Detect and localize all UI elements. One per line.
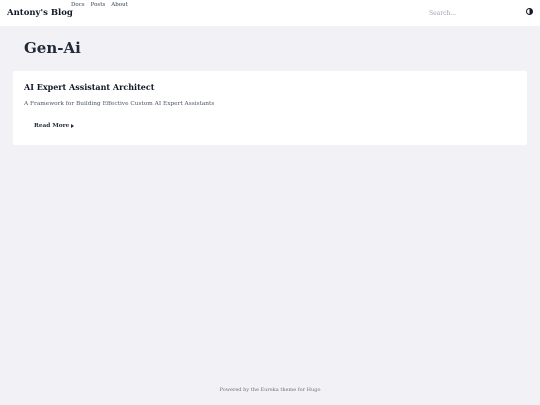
- footer-theme-link[interactable]: Eureka: [261, 387, 279, 393]
- page-title: Gen-Ai: [24, 39, 81, 57]
- read-more-link[interactable]: Read More: [34, 123, 75, 129]
- top-navbar: Antony's Blog Docs Posts About: [0, 0, 540, 26]
- site-footer: Powered by the Eureka theme for Hugo: [0, 387, 540, 393]
- theme-toggle-icon[interactable]: [526, 8, 533, 15]
- footer-middle: theme for: [280, 387, 306, 393]
- post-card: AI Expert Assistant Architect A Framewor…: [13, 71, 527, 145]
- search-input[interactable]: [429, 8, 509, 19]
- post-title-link[interactable]: AI Expert Assistant Architect: [24, 82, 154, 92]
- post-summary: A Framework for Building Effective Custo…: [24, 101, 215, 107]
- site-brand-link[interactable]: Antony's Blog: [7, 8, 73, 18]
- main-nav: Docs Posts About: [71, 2, 128, 8]
- read-more-label: Read More: [34, 123, 70, 129]
- nav-link-about[interactable]: About: [111, 2, 128, 8]
- caret-right-icon: [71, 124, 75, 128]
- footer-hugo-link[interactable]: Hugo: [307, 387, 321, 393]
- nav-link-docs[interactable]: Docs: [71, 2, 85, 8]
- nav-link-posts[interactable]: Posts: [91, 2, 106, 8]
- footer-prefix: Powered by the: [219, 387, 259, 393]
